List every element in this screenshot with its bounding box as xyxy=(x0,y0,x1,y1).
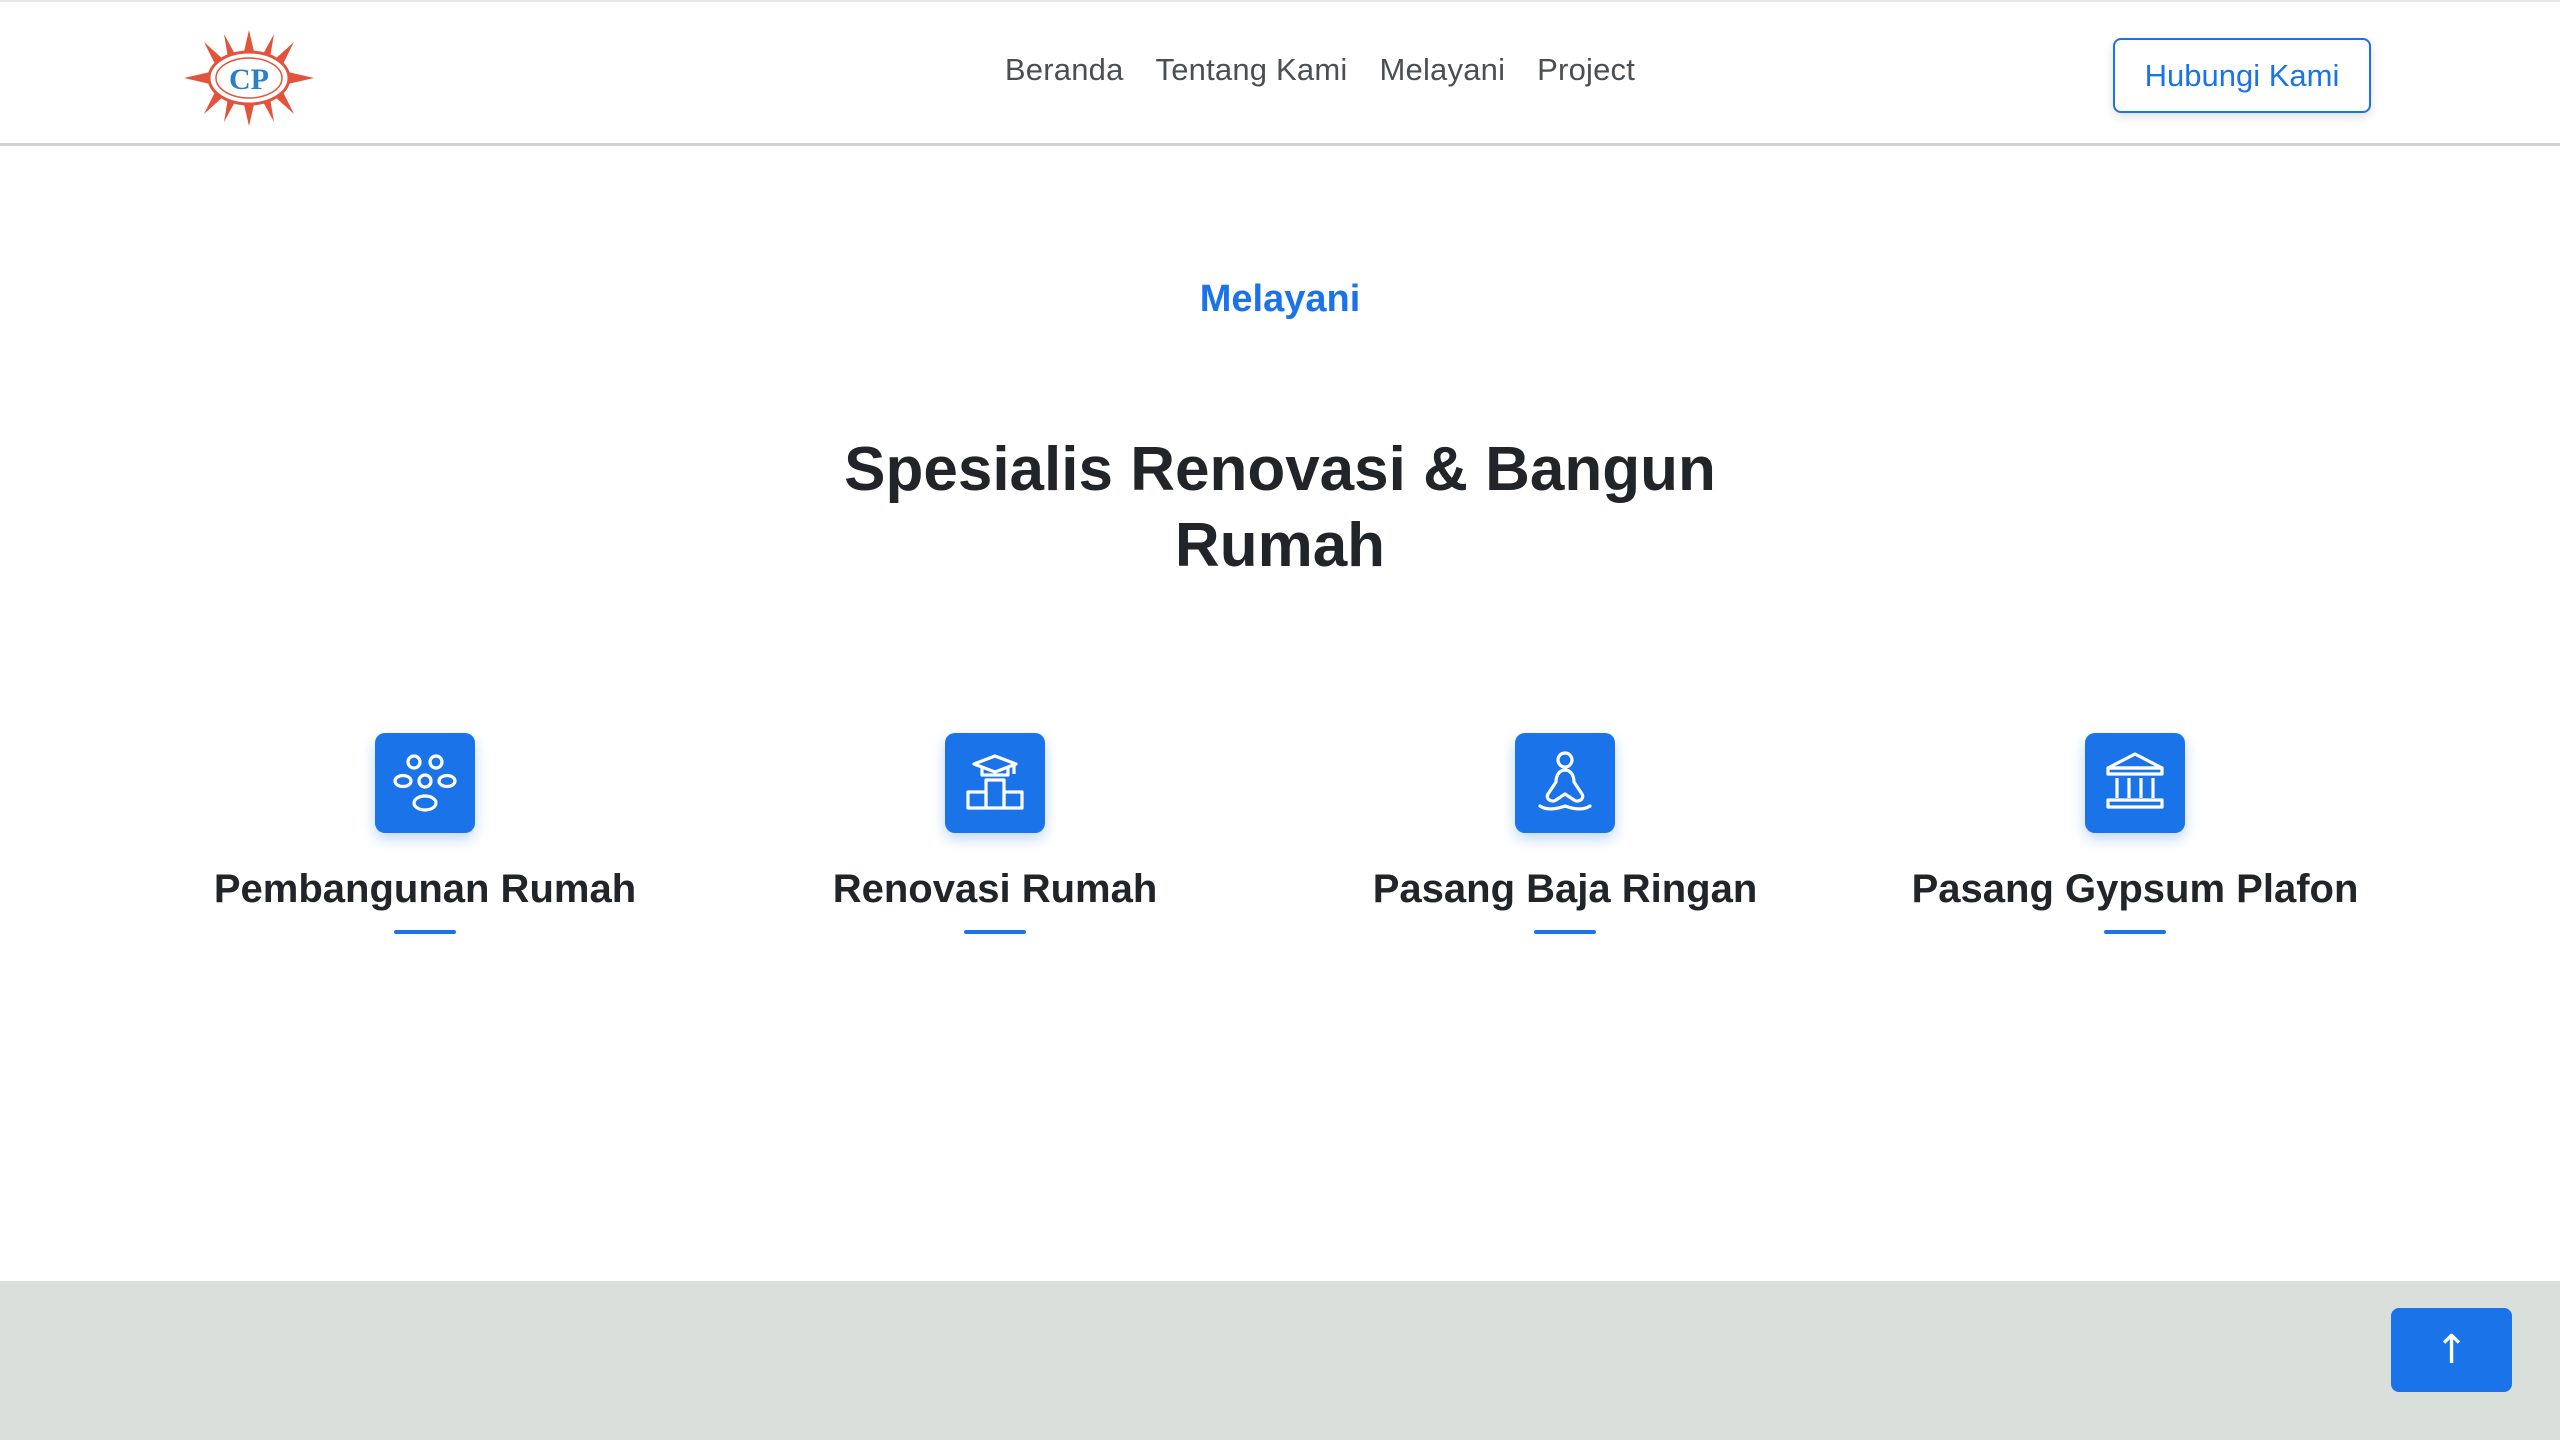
meditation-person-icon xyxy=(1515,733,1615,833)
people-group-icon xyxy=(375,733,475,833)
service-card-renovasi-rumah: Renovasi Rumah xyxy=(710,733,1280,934)
graduation-podium-icon xyxy=(945,733,1045,833)
service-card-pasang-baja-ringan: Pasang Baja Ringan xyxy=(1280,733,1850,934)
title-underline xyxy=(2104,930,2166,934)
site-header: CP Beranda Tentang Kami Melayani Project… xyxy=(0,0,2560,146)
service-card-pembangunan-rumah: Pembangunan Rumah xyxy=(140,733,710,934)
service-title: Pasang Baja Ringan xyxy=(1372,867,1758,911)
nav-link-project[interactable]: Project xyxy=(1537,52,1635,88)
arrow-up-icon: ↑ xyxy=(2434,1327,2469,1373)
service-title: Renovasi Rumah xyxy=(832,867,1158,911)
nav-link-tentang-kami[interactable]: Tentang Kami xyxy=(1156,52,1348,88)
bank-building-icon xyxy=(2085,733,2185,833)
back-to-top-button[interactable]: ↑ xyxy=(2391,1308,2512,1392)
contact-us-button[interactable]: Hubungi Kami xyxy=(2113,38,2371,113)
title-underline xyxy=(964,930,1026,934)
service-title: Pasang Gypsum Plafon xyxy=(1911,867,2359,911)
footer-band xyxy=(0,1281,2560,1440)
service-card-pasang-gypsum-plafon: Pasang Gypsum Plafon xyxy=(1850,733,2420,934)
title-underline xyxy=(1534,930,1596,934)
title-underline xyxy=(394,930,456,934)
nav-link-melayani[interactable]: Melayani xyxy=(1380,52,1506,88)
section-label: Melayani xyxy=(1199,278,1361,320)
services-list: Pembangunan Rumah Renovasi Rumah Pasang xyxy=(140,733,2420,934)
section-title: Spesialis Renovasi & Bangun Rumah xyxy=(844,435,1716,580)
nav-link-beranda[interactable]: Beranda xyxy=(1005,52,1124,88)
service-title: Pembangunan Rumah xyxy=(213,867,637,911)
